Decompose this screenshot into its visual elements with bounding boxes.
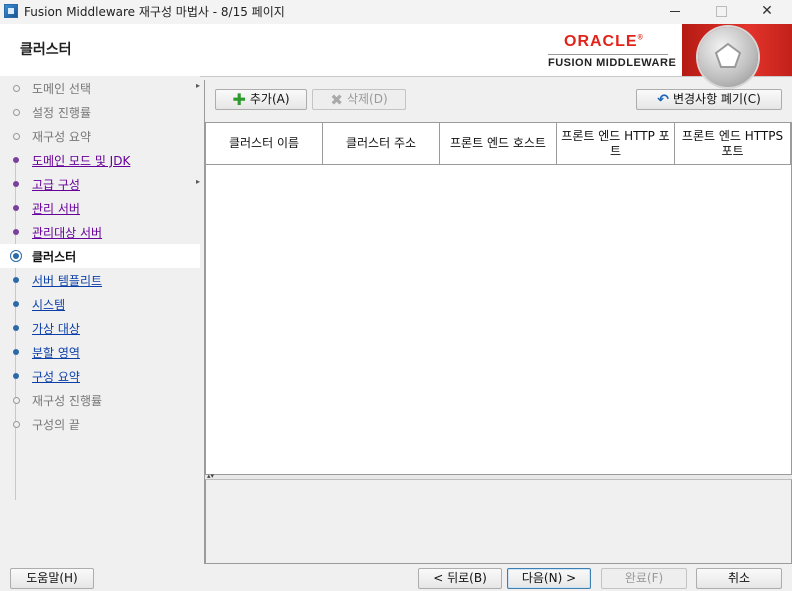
add-button-label: 추가(A) bbox=[249, 92, 290, 106]
nav-step-label: 클러스터 bbox=[32, 250, 77, 264]
fusion-middleware-emblem bbox=[698, 27, 758, 87]
undo-icon: ↶ bbox=[657, 91, 669, 108]
column-header-cluster-address[interactable]: 클러스터 주소 bbox=[323, 123, 440, 164]
minimize-icon bbox=[670, 10, 680, 12]
nav-step-label: 관리 서버 bbox=[32, 202, 80, 216]
nav-step-label: 재구성 요약 bbox=[32, 130, 92, 144]
inactive-step-icon bbox=[10, 417, 22, 431]
nav-arrow-icon: ▸ bbox=[196, 177, 201, 186]
maximize-button bbox=[698, 0, 744, 24]
column-header-frontend-host[interactable]: 프론트 엔드 호스트 bbox=[440, 123, 557, 164]
discard-button-label: 변경사항 폐기(C) bbox=[672, 92, 761, 106]
pentagon-icon bbox=[714, 42, 742, 68]
nav-step-item[interactable]: 서버 템플리트 bbox=[0, 268, 200, 292]
visited-step-icon bbox=[10, 153, 22, 167]
back-button[interactable]: < 뒤로(B) bbox=[418, 568, 502, 589]
finish-button[interactable]: 완료(F) bbox=[601, 568, 687, 589]
nav-step-label: 고급 구성 bbox=[32, 178, 80, 192]
nav-step-item[interactable]: 클러스터 bbox=[0, 244, 200, 268]
column-header-cluster-name[interactable]: 클러스터 이름 bbox=[206, 123, 323, 164]
main-panel: ✚ 추가(A) ✖ 삭제(D) ↶ 변경사항 폐기(C) 클러스터 이름 클러스터 주… bbox=[204, 80, 792, 564]
oracle-logo: ORACLE® bbox=[564, 33, 644, 51]
inactive-step-icon bbox=[10, 81, 22, 95]
nav-step-label: 분할 영역 bbox=[32, 346, 80, 360]
inactive-step-icon bbox=[10, 129, 22, 143]
nav-step-label: 구성의 끝 bbox=[32, 418, 80, 432]
nav-step-label: 시스템 bbox=[32, 298, 66, 312]
column-header-frontend-https-port[interactable]: 프론트 엔드 HTTPS 포트 bbox=[675, 123, 791, 164]
help-button[interactable]: 도움말(H) bbox=[10, 568, 94, 589]
nav-step-item: 재구성 진행률 bbox=[0, 388, 200, 412]
nav-step-item[interactable]: 분할 영역 bbox=[0, 340, 200, 364]
nav-step-label: 구성 요약 bbox=[32, 370, 80, 384]
nav-step-item[interactable]: 관리대상 서버 bbox=[0, 220, 200, 244]
current-step-icon bbox=[10, 249, 22, 263]
detail-pane bbox=[205, 479, 792, 564]
pending-step-icon bbox=[10, 345, 22, 359]
registered-mark: ® bbox=[637, 34, 644, 42]
nav-step-item[interactable]: 시스템 bbox=[0, 292, 200, 316]
next-button[interactable]: 다음(N) > bbox=[507, 568, 591, 589]
pending-step-icon bbox=[10, 369, 22, 383]
visited-step-icon bbox=[10, 201, 22, 215]
nav-arrow-icon: ▸ bbox=[196, 81, 201, 90]
window-title: Fusion Middleware 재구성 마법사 - 8/15 페이지 bbox=[24, 5, 285, 19]
visited-step-icon bbox=[10, 177, 22, 191]
pending-step-icon bbox=[10, 297, 22, 311]
cluster-table[interactable]: 클러스터 이름 클러스터 주소 프론트 엔드 호스트 프론트 엔드 HTTP 포… bbox=[205, 122, 792, 475]
discard-changes-button[interactable]: ↶ 변경사항 폐기(C) bbox=[636, 89, 782, 110]
nav-step-label: 관리대상 서버 bbox=[32, 226, 103, 240]
visited-step-icon bbox=[10, 225, 22, 239]
nav-step-label: 가상 대상 bbox=[32, 322, 80, 336]
maximize-icon bbox=[715, 5, 727, 17]
product-name: FUSION MIDDLEWARE bbox=[548, 57, 677, 69]
inactive-step-icon bbox=[10, 393, 22, 407]
table-header: 클러스터 이름 클러스터 주소 프론트 엔드 호스트 프론트 엔드 HTTP 포… bbox=[206, 123, 791, 165]
delete-button-label: 삭제(D) bbox=[346, 92, 388, 106]
cancel-button[interactable]: 취소 bbox=[696, 568, 782, 589]
pending-step-icon bbox=[10, 321, 22, 335]
app-icon bbox=[4, 4, 18, 18]
logo-divider bbox=[548, 54, 668, 55]
nav-step-item: 구성의 끝 bbox=[0, 412, 200, 436]
nav-step-label: 재구성 진행률 bbox=[32, 394, 103, 408]
nav-step-label: 설정 진행률 bbox=[32, 106, 92, 120]
nav-step-item[interactable]: 도메인 모드 및 JDK bbox=[0, 148, 200, 172]
pending-step-icon bbox=[10, 273, 22, 287]
nav-step-label: 서버 템플리트 bbox=[32, 274, 103, 288]
x-icon: ✖ bbox=[330, 90, 343, 109]
nav-step-item[interactable]: 구성 요약 bbox=[0, 364, 200, 388]
plus-icon: ✚ bbox=[232, 89, 246, 109]
nav-step-item: 재구성 요약 bbox=[0, 124, 200, 148]
delete-button[interactable]: ✖ 삭제(D) bbox=[312, 89, 406, 110]
nav-step-item[interactable]: 고급 구성 bbox=[0, 172, 200, 196]
wizard-header: 클러스터 ORACLE® FUSION MIDDLEWARE bbox=[0, 24, 792, 87]
nav-step-label: 도메인 모드 및 JDK bbox=[32, 154, 131, 168]
column-header-frontend-http-port[interactable]: 프론트 엔드 HTTP 포트 bbox=[557, 123, 675, 164]
window-titlebar: Fusion Middleware 재구성 마법사 - 8/15 페이지 ✕ bbox=[0, 0, 792, 24]
nav-step-item: 설정 진행률 bbox=[0, 100, 200, 124]
close-button[interactable]: ✕ bbox=[744, 0, 790, 24]
page-title: 클러스터 bbox=[20, 42, 72, 58]
wizard-steps-nav: 도메인 선택설정 진행률재구성 요약도메인 모드 및 JDK 고급 구성관리 서버… bbox=[0, 76, 200, 564]
nav-step-item[interactable]: 관리 서버 bbox=[0, 196, 200, 220]
nav-step-label: 도메인 선택 bbox=[32, 82, 92, 96]
nav-step-item: 도메인 선택 bbox=[0, 76, 200, 100]
inactive-step-icon bbox=[10, 105, 22, 119]
nav-step-item[interactable]: 가상 대상 bbox=[0, 316, 200, 340]
oracle-logo-text: ORACLE bbox=[564, 33, 638, 50]
minimize-button[interactable] bbox=[652, 0, 698, 24]
add-button[interactable]: ✚ 추가(A) bbox=[215, 89, 307, 110]
